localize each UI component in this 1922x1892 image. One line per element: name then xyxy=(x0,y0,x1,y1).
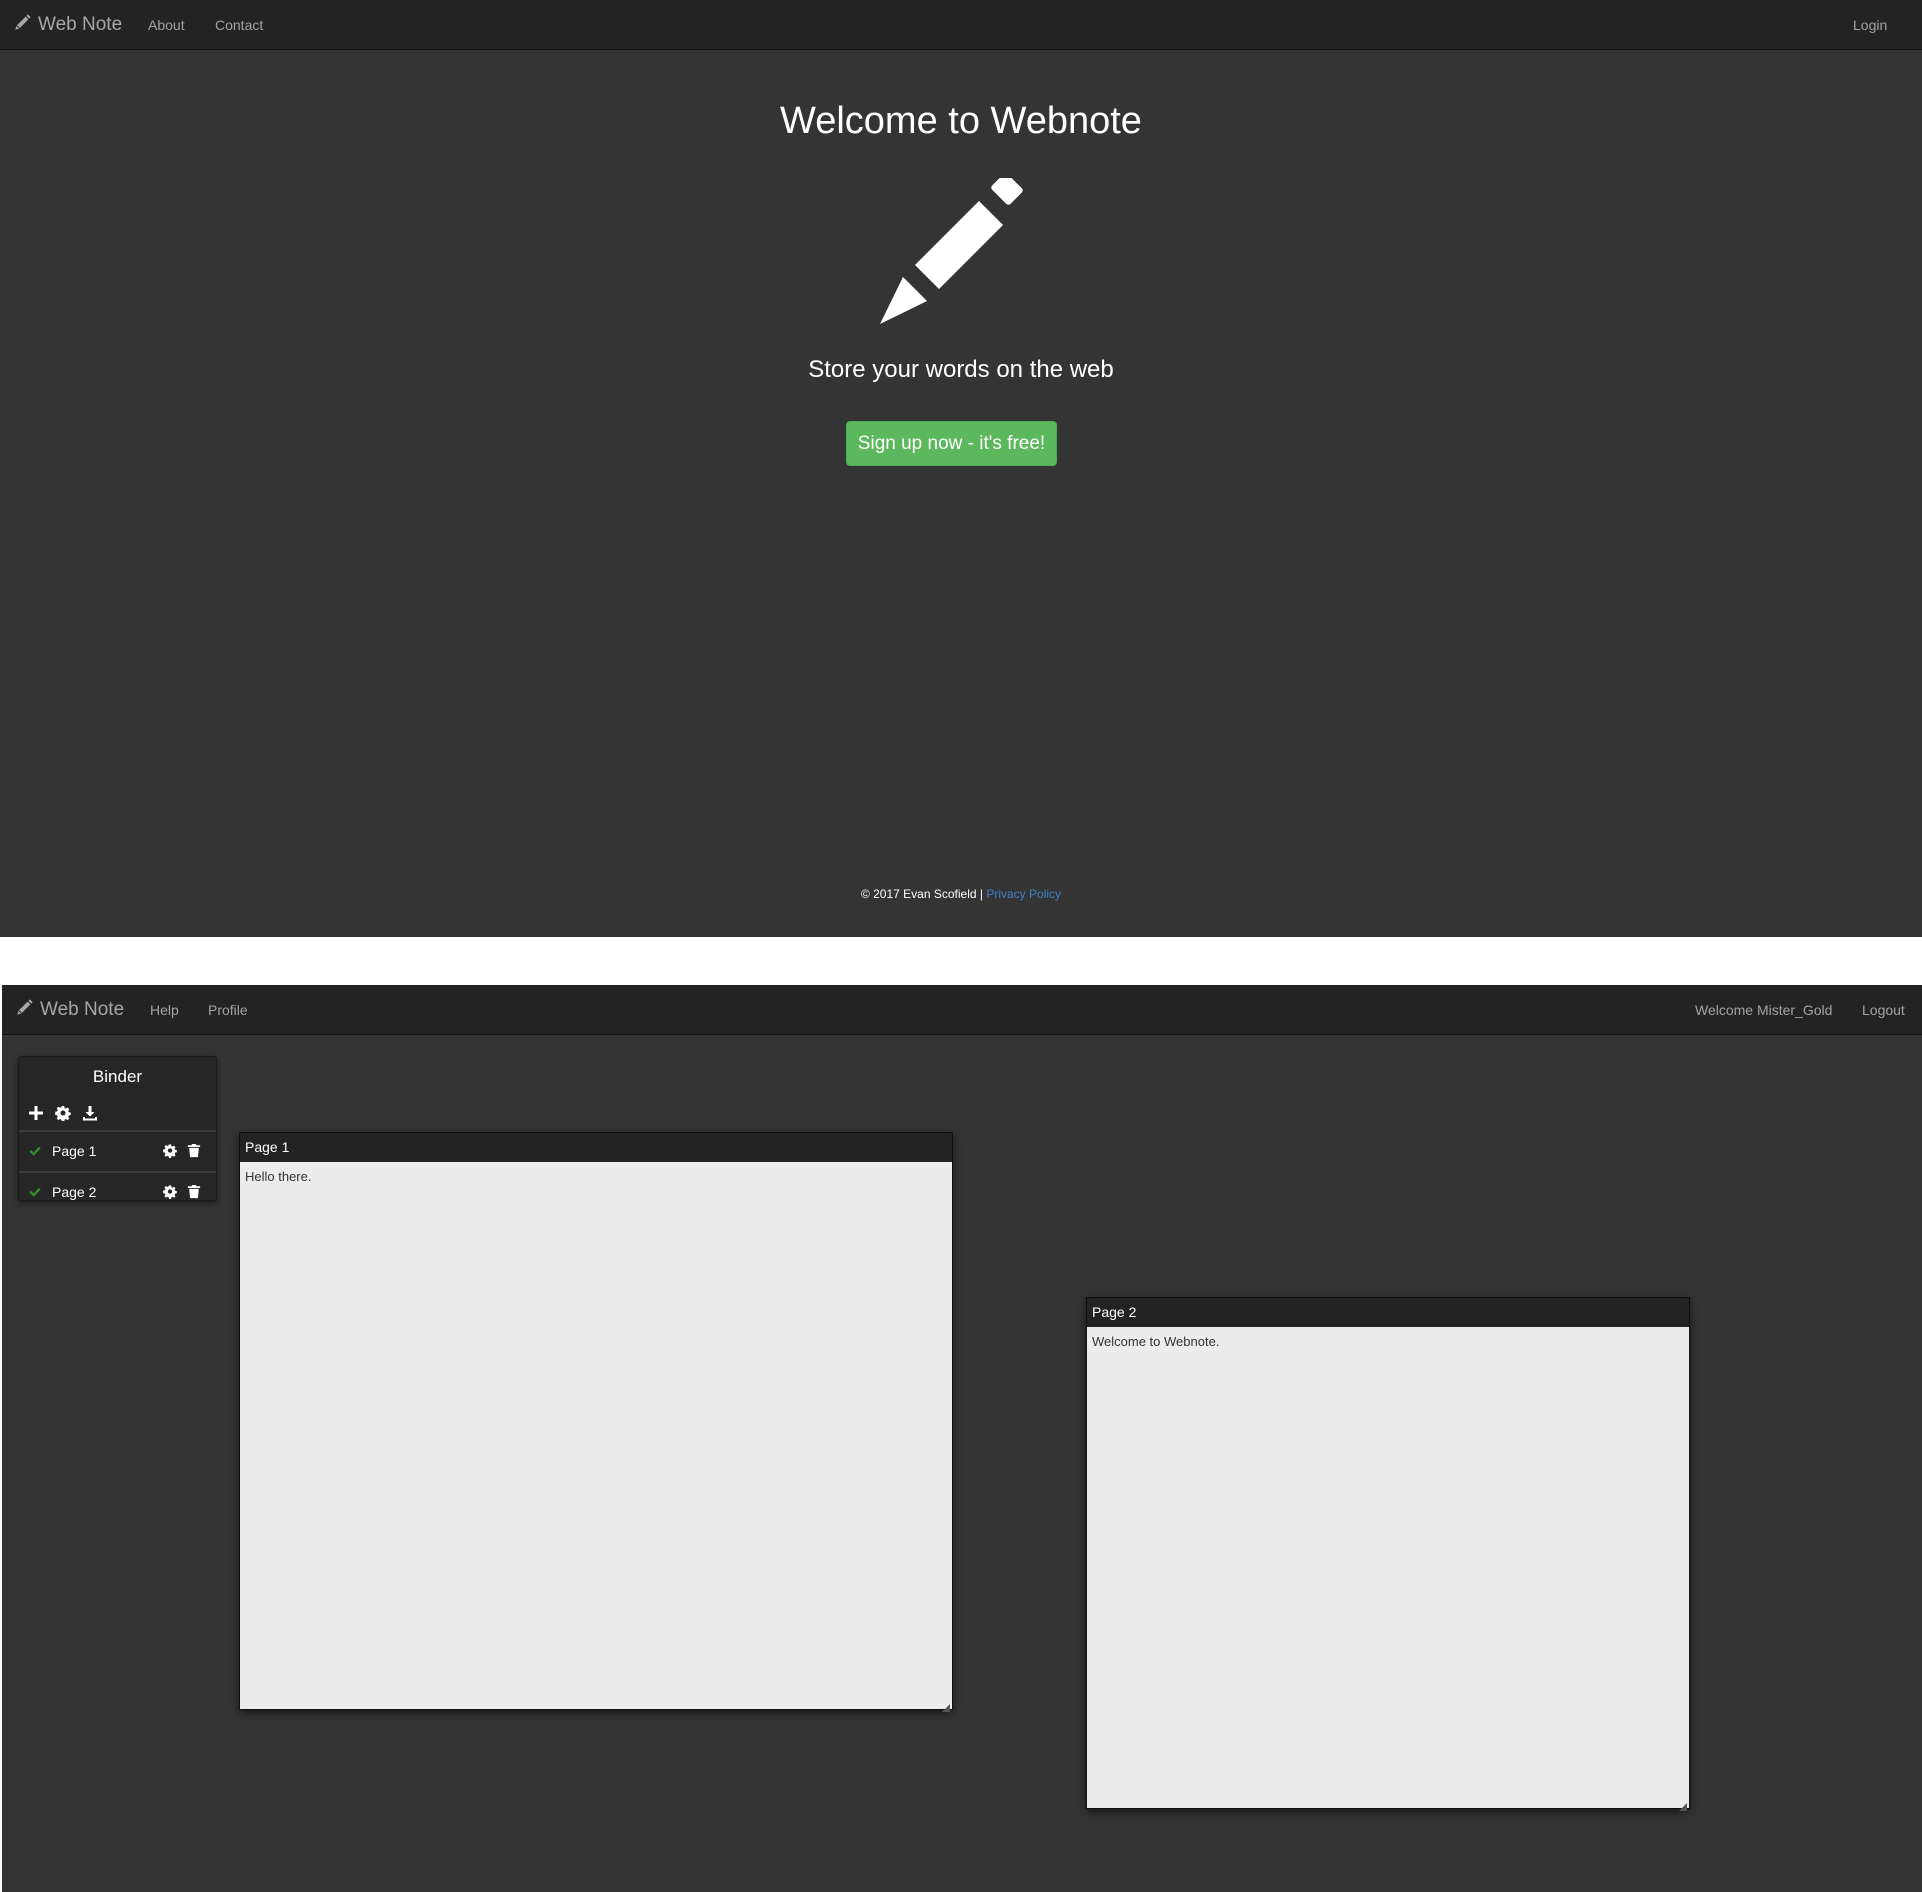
page-window-titlebar[interactable]: Page 2 xyxy=(1087,1298,1689,1327)
binder-panel: Binder Page 1 Page 2 xyxy=(18,1056,217,1201)
top-navbar: Web Note About Contact Login xyxy=(0,0,1922,50)
brand-link[interactable]: Web Note xyxy=(14,0,122,50)
check-icon xyxy=(28,1144,42,1158)
privacy-policy-link[interactable]: Privacy Policy xyxy=(986,887,1061,901)
top-navbar: Web Note Help Profile Welcome Mister_Gol… xyxy=(2,985,1922,1035)
page-text-area[interactable]: Welcome to Webnote. xyxy=(1087,1327,1689,1808)
landing-screen: Web Note About Contact Login Welcome to … xyxy=(0,0,1922,937)
binder-title: Binder xyxy=(92,1067,143,1086)
gear-icon[interactable] xyxy=(163,1184,177,1200)
resize-handle-icon[interactable] xyxy=(1679,1798,1687,1811)
binder-page-label: Page 1 xyxy=(52,1143,97,1159)
hero-title: Welcome to Webnote xyxy=(780,100,1142,142)
resize-handle-icon[interactable] xyxy=(942,1699,950,1712)
nav-about[interactable]: About xyxy=(148,0,185,50)
binder-toolbar xyxy=(28,1105,98,1122)
page-window-titlebar[interactable]: Page 1 xyxy=(240,1133,952,1162)
signup-button[interactable]: Sign up now - it's free! xyxy=(846,421,1057,466)
dashboard-screen: Web Note Help Profile Welcome Mister_Gol… xyxy=(2,985,1922,1892)
brand-name: Web Note xyxy=(38,14,123,35)
welcome-user-text: Welcome Mister_Gold xyxy=(1695,1002,1833,1018)
page-text-area[interactable]: Hello there. xyxy=(240,1162,952,1709)
check-icon xyxy=(28,1185,42,1199)
nav-login[interactable]: Login xyxy=(1853,0,1887,50)
plus-icon[interactable] xyxy=(28,1105,44,1121)
pencil-icon xyxy=(14,13,38,37)
pencil-icon xyxy=(16,998,40,1022)
binder-page-row[interactable]: Page 2 xyxy=(19,1171,216,1211)
nav-contact[interactable]: Contact xyxy=(215,0,263,50)
page-window[interactable]: Page 2 Welcome to Webnote. xyxy=(1086,1297,1690,1811)
binder-page-label: Page 2 xyxy=(52,1184,97,1200)
gear-icon[interactable] xyxy=(55,1105,71,1122)
copyright-text: © 2017 Evan Scofield | xyxy=(860,887,983,901)
trash-icon[interactable] xyxy=(187,1143,201,1158)
footer: © 2017 Evan Scofield | Privacy Policy xyxy=(0,887,1922,901)
pencil-icon xyxy=(876,173,1026,328)
page-window[interactable]: Page 1 Hello there. xyxy=(239,1132,953,1712)
download-icon[interactable] xyxy=(82,1105,98,1121)
hero-tagline: Store your words on the web xyxy=(808,356,1114,383)
trash-icon[interactable] xyxy=(187,1184,201,1199)
brand-name: Web Note xyxy=(40,999,125,1020)
nav-profile[interactable]: Profile xyxy=(208,985,248,1035)
brand-link[interactable]: Web Note xyxy=(16,985,124,1035)
nav-logout[interactable]: Logout xyxy=(1862,985,1905,1035)
gear-icon[interactable] xyxy=(163,1143,177,1159)
binder-page-row[interactable]: Page 1 xyxy=(19,1130,216,1170)
nav-help[interactable]: Help xyxy=(150,985,179,1035)
